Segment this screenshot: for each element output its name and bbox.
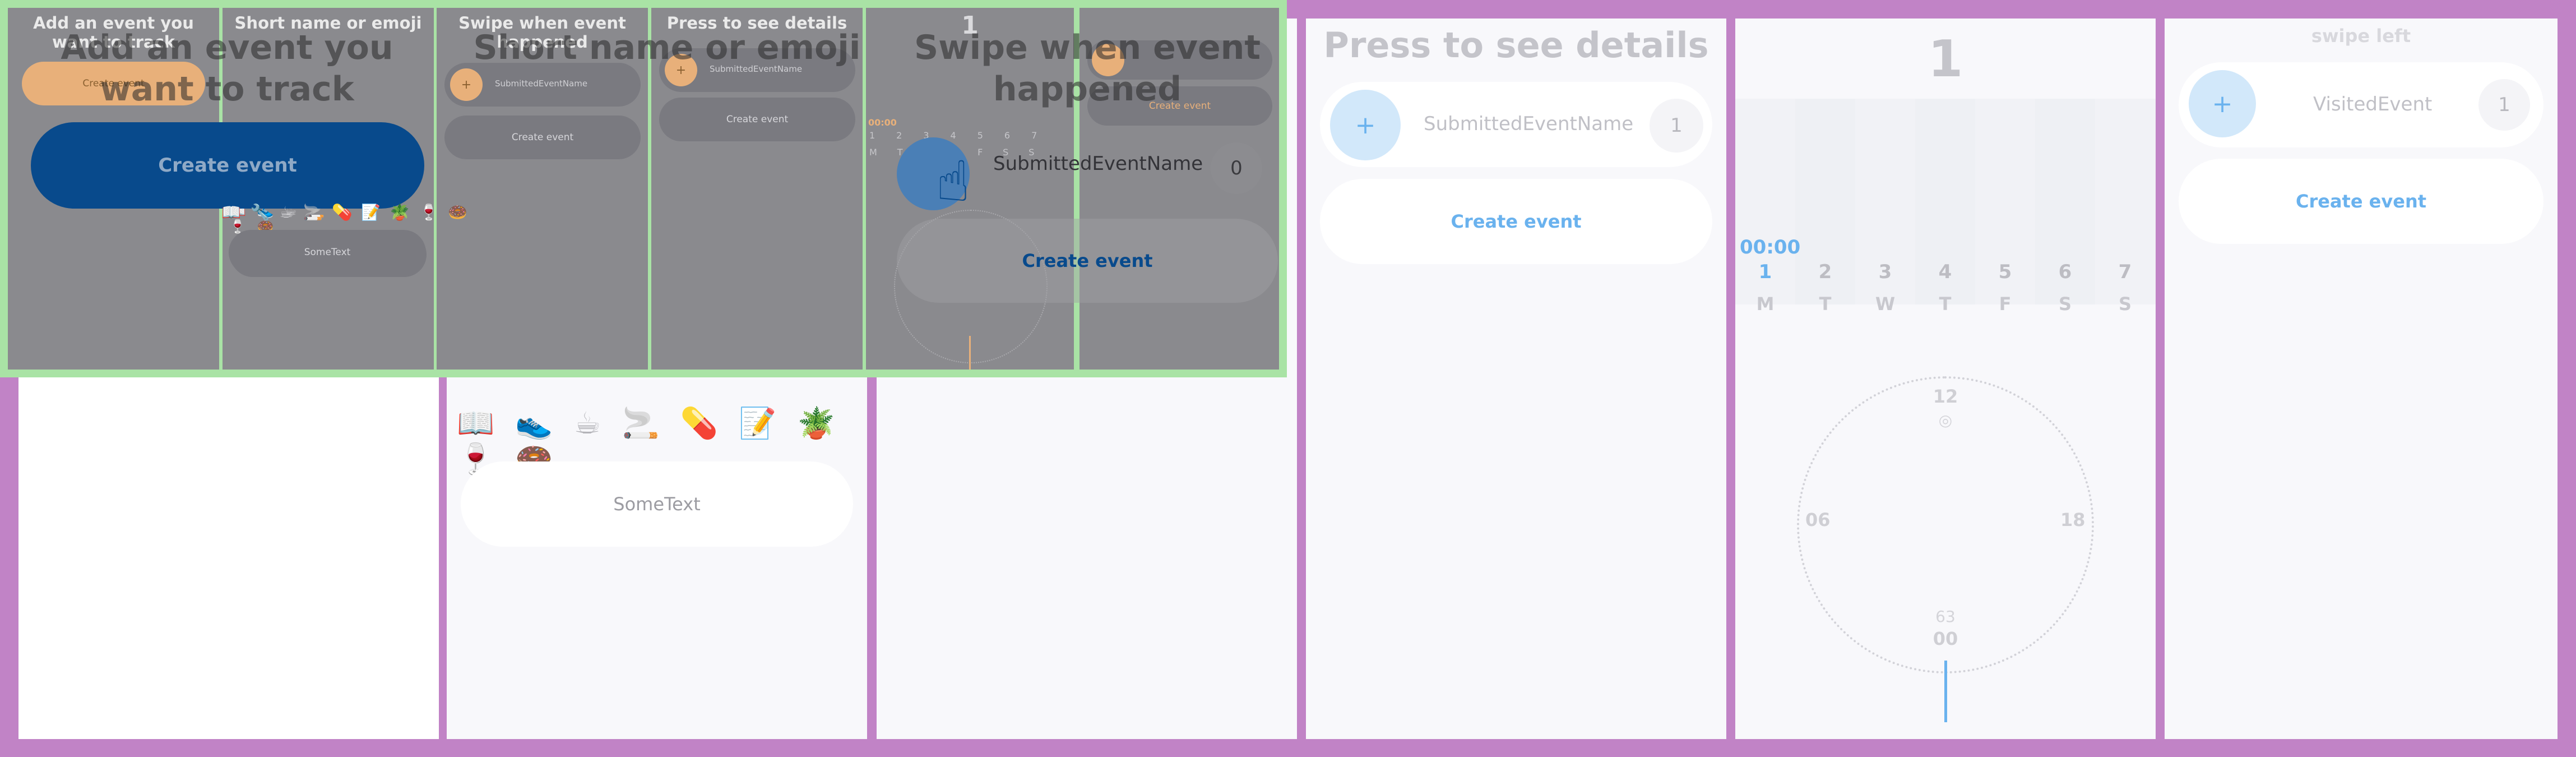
ghost-title-add-event: Add an event you want to track bbox=[61, 28, 393, 109]
hero-create-event-label: Create event bbox=[158, 154, 297, 177]
emoji-cigarette[interactable]: 🚬 bbox=[622, 405, 665, 441]
clock-label-00: 00 bbox=[1933, 628, 1958, 649]
selected-day: 1 bbox=[1928, 30, 1963, 89]
swipe-create-event-label: Create event bbox=[1022, 250, 1153, 271]
weekday-letter-1: M bbox=[1756, 293, 1775, 315]
mini-event-row[interactable]: + SubmittedEventName bbox=[444, 63, 641, 107]
day-number-5[interactable]: 5 bbox=[1975, 261, 2035, 283]
event-count-badge: 1 bbox=[2478, 79, 2530, 131]
day-number-7[interactable]: 7 bbox=[2095, 261, 2155, 283]
ghost-name-input[interactable]: SomeText bbox=[229, 230, 426, 275]
mini-create-event-button[interactable]: Create event bbox=[444, 116, 641, 159]
hero-create-event-button[interactable]: Create event bbox=[31, 122, 424, 209]
plus-icon: + bbox=[2212, 89, 2233, 118]
ghost-input-value: SomeText bbox=[304, 247, 351, 258]
swipe-hint: swipe left bbox=[2311, 25, 2411, 47]
event-count-badge: 1 bbox=[1650, 99, 1703, 153]
emoji-plant[interactable]: 🪴 bbox=[798, 405, 841, 441]
emoji-coffee[interactable]: ☕ bbox=[574, 405, 606, 441]
hand-pointer-icon: ☝ bbox=[936, 149, 970, 214]
weekday-letter-6: S bbox=[2058, 293, 2072, 315]
mini-create-event-label: Create event bbox=[511, 132, 574, 143]
swipe-count-value: 0 bbox=[1230, 157, 1243, 179]
plus-icon: + bbox=[1355, 110, 1376, 140]
event-row[interactable]: + SubmittedEventName 1 bbox=[1320, 82, 1712, 167]
page-title: Press to see details bbox=[1323, 25, 1709, 66]
weekday-letter-7: S bbox=[2118, 293, 2132, 315]
create-event-label: Create event bbox=[1451, 211, 1582, 232]
screen-swipe-left: swipe left + VisitedEvent 1 Create event bbox=[2165, 19, 2558, 739]
event-name: VisitedEvent bbox=[2313, 93, 2433, 116]
weekday-letter-5: F bbox=[1999, 293, 2012, 315]
weekday-letter-2: T bbox=[1819, 293, 1832, 315]
ghost-title-swipe: Swipe when event happened bbox=[914, 28, 1261, 109]
mini-event-name: SubmittedEventName bbox=[495, 79, 588, 89]
swipe-event-name: SubmittedEventName bbox=[993, 153, 1203, 175]
emoji-pill[interactable]: 💊 bbox=[680, 405, 724, 441]
day-number-3[interactable]: 3 bbox=[1855, 261, 1915, 283]
mini-time: 00:00 bbox=[868, 117, 897, 128]
clock-inner-label: 63 bbox=[1935, 607, 1956, 626]
day-number-1[interactable]: 1 bbox=[1735, 261, 1795, 283]
clock-label-12: 12 bbox=[1933, 386, 1958, 407]
increment-button[interactable]: + bbox=[1330, 90, 1401, 160]
emoji-book[interactable]: 📖 bbox=[457, 405, 500, 441]
screen-press-details: Press to see details + SubmittedEventNam… bbox=[1306, 19, 1726, 739]
day-number-4[interactable]: 4 bbox=[1915, 261, 1975, 283]
mini-create-event-button[interactable]: Create event bbox=[659, 98, 855, 141]
day-number-2[interactable]: 2 bbox=[1795, 261, 1855, 283]
selected-time: 00:00 bbox=[1740, 236, 1801, 259]
event-name: SubmittedEventName bbox=[1424, 113, 1634, 135]
create-event-button[interactable]: Create event bbox=[1320, 179, 1712, 264]
event-row[interactable]: + VisitedEvent 1 bbox=[2179, 62, 2543, 147]
weekday-letter-4: T bbox=[1939, 293, 1952, 315]
swipe-event-count: 0 bbox=[1211, 142, 1262, 194]
clock-label-18: 18 bbox=[2060, 509, 2086, 530]
mini-plus-icon[interactable]: + bbox=[450, 68, 483, 101]
clock-dot-icon: ◎ bbox=[1938, 411, 1953, 430]
event-count: 1 bbox=[2498, 94, 2510, 116]
emoji-shoe[interactable]: 👟 bbox=[515, 405, 558, 441]
create-event-label: Create event bbox=[2295, 191, 2427, 212]
create-event-button[interactable]: Create event bbox=[2179, 159, 2543, 244]
mini-week-numbers: 1234567 bbox=[869, 130, 1059, 141]
increment-button[interactable]: + bbox=[2189, 70, 2256, 137]
screen-event-details: 1 00:00 1 2 3 4 5 6 7 M T W T F S S 12 ◎… bbox=[1735, 19, 2156, 739]
event-count: 1 bbox=[1670, 114, 1683, 137]
weekday-letter-3: W bbox=[1875, 293, 1896, 315]
day-number-6[interactable]: 6 bbox=[2035, 261, 2095, 283]
name-input-value: SomeText bbox=[613, 493, 701, 515]
name-input[interactable]: SomeText bbox=[461, 461, 853, 547]
mini-create-event-label: Create event bbox=[726, 114, 789, 125]
clock-hand[interactable] bbox=[1944, 661, 1947, 722]
emoji-memo[interactable]: 📝 bbox=[739, 405, 782, 441]
ghost-title-short-name: Short name or emoji bbox=[473, 28, 861, 67]
ghost-emoji-row: 📖 🔧 ☕ 🚬 💊 📝 🪴 🍷 🍩 bbox=[221, 203, 470, 221]
mini-clock-hand bbox=[969, 336, 971, 370]
clock-label-06: 06 bbox=[1805, 509, 1831, 530]
swipe-create-event-button[interactable]: Create event bbox=[897, 219, 1278, 303]
